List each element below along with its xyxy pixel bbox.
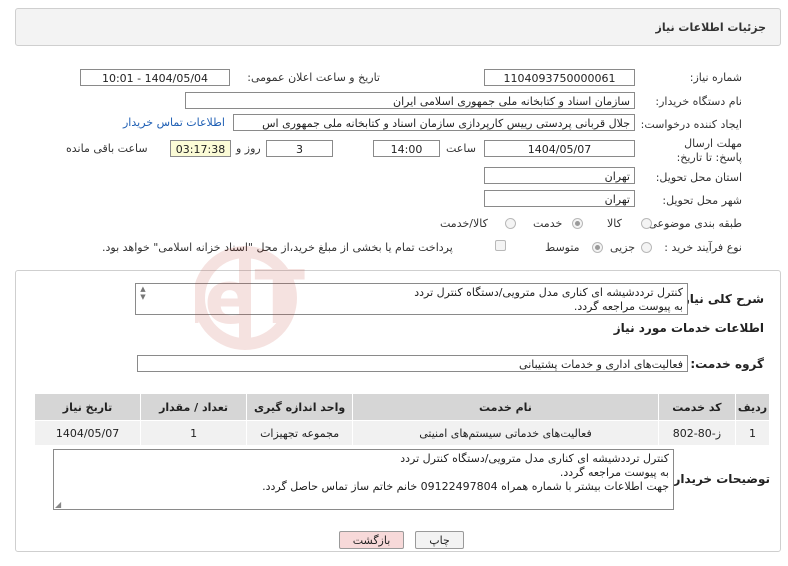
remaining-time-label: ساعت باقی مانده	[66, 142, 148, 155]
cell-unit: مجموعه تجهیزات	[246, 420, 354, 446]
buyer-notes-line-1: کنترل ترددشیشه ای کناری مدل مترویی/دستگا…	[400, 452, 669, 465]
category-option-both-label: کالا/خدمت	[440, 217, 488, 230]
announce-label: تاریخ و ساعت اعلان عمومی:	[247, 71, 380, 84]
buyer-notes-textarea[interactable]: کنترل ترددشیشه ای کناری مدل مترویی/دستگا…	[53, 449, 674, 510]
buyer-org-field[interactable]: سازمان اسناد و کتابخانه ملی جمهوری اسلام…	[185, 92, 635, 109]
summary-line-2: به پیوست مراجعه گردد.	[573, 300, 683, 313]
creator-field[interactable]: جلال قربانی پردستی رییس کارپردازی سازمان…	[233, 114, 635, 131]
cell-name: فعالیت‌های خدماتی سیستم‌های امنیتی	[352, 420, 659, 446]
need-number-field[interactable]: 1104093750000061	[484, 69, 635, 86]
cell-code: ز-80-802	[657, 420, 737, 446]
buyer-contact-link[interactable]: اطلاعات تماس خریدار	[123, 116, 225, 129]
deadline-date-field[interactable]: 1404/05/07	[484, 140, 635, 157]
category-option-both-radio[interactable]	[505, 218, 516, 229]
process-label: نوع فرآیند خرید :	[664, 241, 742, 254]
cell-qty: 1	[140, 420, 248, 446]
summary-line-1: کنترل ترددشیشه ای کناری مدل مترویی/دستگا…	[414, 286, 683, 299]
print-button[interactable]: چاپ	[415, 531, 464, 549]
header-panel: جزئیات اطلاعات نیاز	[15, 8, 781, 46]
process-option-minor-radio[interactable]	[641, 242, 652, 253]
process-option-minor-label: جزیی	[610, 241, 636, 254]
buyer-notes-label: توضیحات خریدار:	[668, 472, 770, 486]
buyer-notes-line-3: جهت اطلاعات بیشتر با شماره همراه 0912249…	[262, 480, 669, 493]
cell-date: 1404/05/07	[33, 420, 142, 446]
back-button[interactable]: بازگشت	[339, 531, 404, 549]
city-label: شهر محل تحویل:	[662, 194, 742, 207]
col-unit-header: واحد اندازه گیری	[246, 393, 354, 421]
payment-note: پرداخت تمام یا بخشی از مبلغ خرید،از محل …	[102, 241, 453, 254]
cell-row: 1	[735, 420, 770, 446]
service-group-label: گروه خدمت:	[690, 357, 764, 371]
resize-grip-icon[interactable]: ◢	[55, 500, 61, 509]
services-table: ردیف کد خدمت نام خدمت واحد اندازه گیری ت…	[33, 393, 770, 446]
category-option-service-label: خدمت	[533, 217, 563, 230]
col-name-header: نام خدمت	[352, 393, 659, 421]
category-option-goods-radio[interactable]	[641, 218, 652, 229]
days-label: روز و	[236, 142, 261, 155]
need-number-label: شماره نیاز:	[689, 71, 742, 84]
deadline-label: مهلت ارسال پاسخ: تا تاریخ:	[676, 137, 742, 164]
summary-textarea[interactable]: کنترل ترددشیشه ای کناری مدل مترویی/دستگا…	[135, 283, 688, 315]
buyer-org-label: نام دستگاه خریدار:	[655, 95, 742, 108]
process-option-medium-label: متوسط	[545, 241, 580, 254]
col-code-header: کد خدمت	[657, 393, 737, 421]
category-option-service-radio[interactable]	[572, 218, 583, 229]
days-remaining-field[interactable]: 3	[266, 140, 333, 157]
remaining-time-field: 03:17:38	[170, 140, 231, 157]
table-row[interactable]: 1 ز-80-802 فعالیت‌های خدماتی سیستم‌های ا…	[33, 420, 770, 446]
buyer-notes-line-2: به پیوست مراجعه گردد.	[559, 466, 669, 479]
province-field[interactable]: تهران	[484, 167, 635, 184]
col-row-header: ردیف	[735, 393, 770, 421]
process-option-medium-radio[interactable]	[592, 242, 603, 253]
col-qty-header: تعداد / مقدار	[140, 393, 248, 421]
deadline-time-label: ساعت	[446, 142, 476, 155]
scroll-arrows-icon[interactable]: ▲ ▼	[138, 285, 148, 301]
summary-label: شرح کلی نیاز:	[678, 292, 764, 306]
col-date-header: تاریخ نیاز	[33, 393, 142, 421]
creator-label: ایجاد کننده درخواست:	[640, 118, 742, 131]
category-option-goods-label: کالا	[607, 217, 622, 230]
service-group-field[interactable]: فعالیت‌های اداری و خدمات پشتیبانی	[137, 355, 688, 372]
city-field[interactable]: تهران	[484, 190, 635, 207]
category-label: طبقه بندی موضوعی:	[644, 217, 742, 230]
deadline-time-field[interactable]: 14:00	[373, 140, 440, 157]
table-header-row: ردیف کد خدمت نام خدمت واحد اندازه گیری ت…	[33, 393, 770, 421]
page-title: جزئیات اطلاعات نیاز	[655, 21, 767, 34]
province-label: استان محل تحویل:	[655, 171, 742, 184]
announce-datetime-field[interactable]: 1404/05/04 - 10:01	[80, 69, 230, 86]
services-section-title: اطلاعات خدمات مورد نیاز	[613, 321, 764, 335]
treasury-checkbox[interactable]	[495, 240, 506, 251]
